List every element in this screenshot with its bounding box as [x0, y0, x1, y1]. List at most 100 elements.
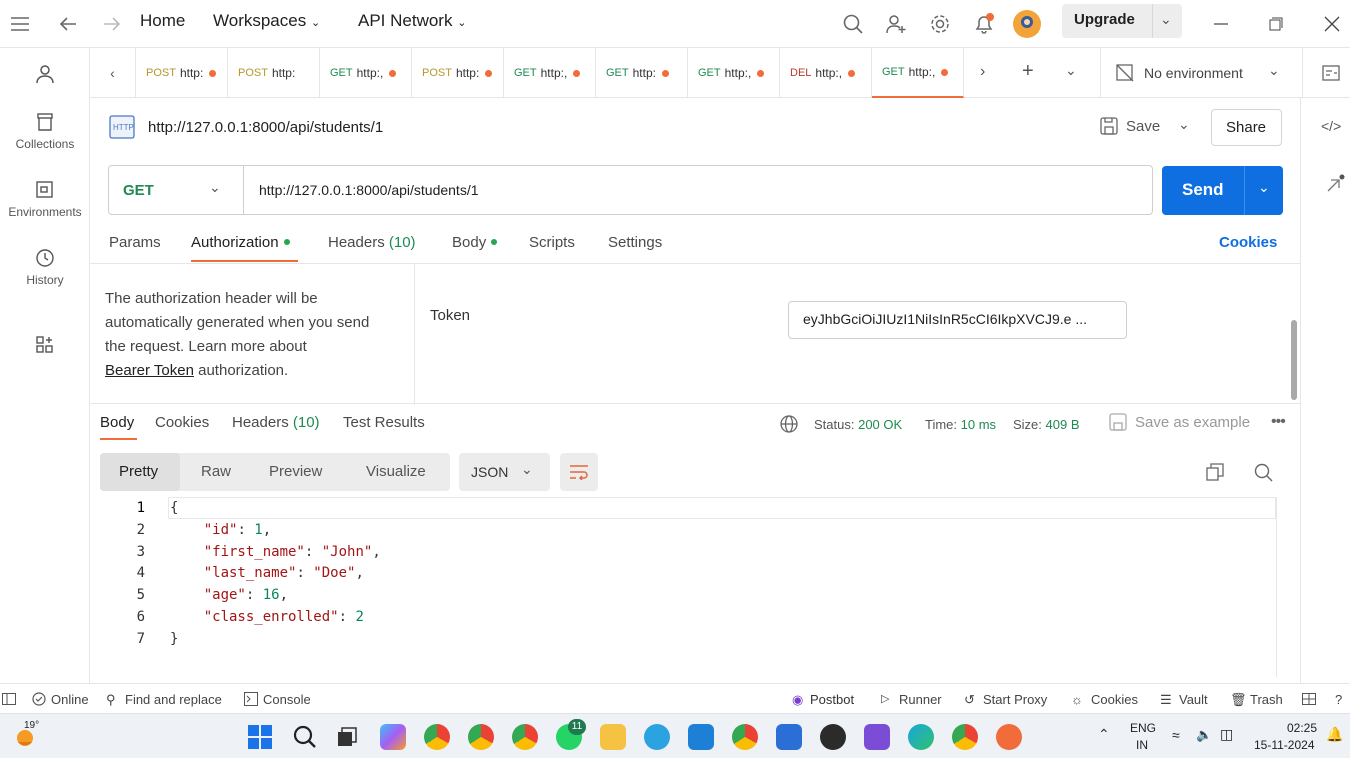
home-link[interactable]: Home [140, 11, 185, 31]
send-options-chevron-icon[interactable]: ⌄ [1258, 179, 1270, 196]
tab-headers[interactable]: Headers (10) [328, 234, 416, 251]
sidebar-item-add-apps[interactable] [0, 335, 90, 360]
toggle-sidebar-icon[interactable] [2, 693, 16, 708]
response-tab-headers[interactable]: Headers (10) [232, 414, 320, 431]
console-button[interactable]: Console [263, 692, 311, 707]
response-size[interactable]: Size: 409 B [1013, 417, 1080, 432]
invite-user-icon[interactable] [880, 8, 912, 40]
workspaces-menu[interactable]: Workspaces ⌄ [213, 11, 320, 31]
request-tab[interactable]: POST http: [136, 48, 228, 98]
region-indicator[interactable]: IN [1136, 738, 1148, 752]
wifi-icon[interactable]: ≈ [1172, 727, 1180, 743]
task-view-icon[interactable] [336, 726, 358, 751]
taskbar-search-icon[interactable] [293, 725, 317, 752]
save-as-example-button[interactable]: Save as example [1109, 413, 1250, 434]
chevron-down-icon[interactable]: ⌄ [1268, 62, 1280, 79]
sidebar-item-history[interactable]: History [0, 248, 90, 287]
menu-icon[interactable] [4, 8, 36, 40]
minimize-icon[interactable] [1205, 8, 1237, 40]
request-tab-active[interactable]: GET http:, [872, 48, 964, 98]
chrome-icon[interactable] [424, 724, 450, 750]
volume-icon[interactable]: 🔈 [1196, 727, 1212, 743]
send-button[interactable]: Send ⌄ [1162, 166, 1283, 215]
start-proxy-button[interactable]: Start Proxy [983, 692, 1047, 707]
save-button[interactable]: Save [1100, 117, 1160, 138]
token-input[interactable]: eyJhbGciOiJIUzI1NiIsInR5cCI6IkpXVCJ9.e .… [788, 301, 1127, 339]
avatar[interactable] [1011, 8, 1043, 40]
chrome-icon[interactable] [512, 724, 538, 750]
back-arrow-icon[interactable] [52, 8, 84, 40]
tab-scripts[interactable]: Scripts [529, 234, 575, 251]
clock-date[interactable]: 15-11-2024 [1254, 738, 1315, 752]
vscode-icon[interactable] [688, 724, 714, 750]
sidebar-item-collections[interactable]: Collections [0, 112, 90, 151]
scroll-tabs-right-icon[interactable]: › [980, 63, 985, 81]
visual-studio-icon[interactable] [864, 724, 890, 750]
clock-time[interactable]: 02:25 [1287, 721, 1317, 735]
two-pane-icon[interactable] [1302, 693, 1316, 708]
request-tab[interactable]: GET http: [596, 48, 688, 98]
response-status[interactable]: Status: 200 OK [814, 417, 902, 432]
windows-start-icon[interactable] [248, 725, 272, 752]
file-explorer-icon[interactable] [600, 724, 626, 750]
wrap-lines-button[interactable] [560, 453, 598, 491]
sidebar-item-profile[interactable] [0, 64, 90, 89]
notepad-icon[interactable] [776, 724, 802, 750]
search-icon[interactable] [1254, 463, 1273, 485]
globe-icon[interactable] [780, 415, 798, 436]
response-tab-body[interactable]: Body [100, 414, 134, 431]
copilot-icon[interactable] [380, 724, 406, 750]
request-tab[interactable]: GET http:, [320, 48, 412, 98]
request-tab[interactable]: POST http: [412, 48, 504, 98]
online-status[interactable]: Online [51, 692, 89, 707]
tab-body[interactable]: Body [452, 234, 498, 251]
notification-bell-icon[interactable] [968, 8, 1000, 40]
scrollbar[interactable] [1291, 320, 1297, 400]
url-input[interactable]: http://127.0.0.1:8000/api/students/1 [259, 182, 479, 198]
response-tab-test-results[interactable]: Test Results [343, 414, 425, 431]
search-icon[interactable] [837, 8, 869, 40]
notification-center-icon[interactable]: 🔔 [1326, 726, 1343, 743]
response-body-editor[interactable]: 1 { 2 "id": 1, 3 "first_name": "John", 4… [100, 497, 1277, 680]
tab-params[interactable]: Params [109, 234, 161, 251]
cookies-link[interactable]: Cookies [1219, 234, 1277, 251]
runner-button[interactable]: Runner [899, 692, 942, 707]
close-icon[interactable] [1316, 8, 1348, 40]
upgrade-button[interactable]: Upgrade ⌄ [1062, 4, 1182, 38]
view-pretty[interactable]: Pretty [100, 453, 180, 491]
new-tab-plus-icon[interactable]: + [1022, 60, 1034, 83]
response-time[interactable]: Time: 10 ms [925, 417, 996, 432]
restore-icon[interactable] [1260, 8, 1292, 40]
language-indicator[interactable]: ENG [1130, 721, 1156, 735]
view-raw[interactable]: Raw [201, 463, 231, 480]
chrome-icon[interactable] [732, 724, 758, 750]
help-icon[interactable]: ? [1335, 692, 1342, 707]
media-player-icon[interactable] [820, 724, 846, 750]
bearer-token-link[interactable]: Bearer Token [105, 362, 194, 379]
battery-icon[interactable]: ◫ [1220, 726, 1233, 743]
request-title[interactable]: http://127.0.0.1:8000/api/students/1 [148, 119, 383, 136]
sidebar-item-environments[interactable]: Environments [0, 180, 90, 219]
tab-authorization[interactable]: Authorization [191, 234, 290, 251]
telegram-icon[interactable] [644, 724, 670, 750]
chrome-icon[interactable] [468, 724, 494, 750]
chevron-down-icon[interactable]: ⌄ [209, 179, 221, 196]
environment-quick-look-icon[interactable] [1322, 64, 1340, 85]
chevron-down-icon[interactable]: ⌄ [1160, 11, 1172, 28]
method-select[interactable]: GET [123, 182, 154, 199]
share-button[interactable]: Share [1211, 109, 1282, 146]
request-tab[interactable]: GET http:, [688, 48, 780, 98]
edge-icon[interactable] [908, 724, 934, 750]
chrome-icon[interactable] [952, 724, 978, 750]
scroll-tabs-left-icon[interactable]: ‹ [90, 48, 136, 98]
postbot-button[interactable]: Postbot [810, 692, 854, 707]
chevron-up-icon[interactable]: ⌃ [1098, 726, 1110, 743]
copy-icon[interactable] [1206, 463, 1224, 484]
code-snippet-icon[interactable]: </> [1321, 118, 1341, 134]
tab-settings[interactable]: Settings [608, 234, 662, 251]
format-select[interactable]: JSON ⌄ [459, 453, 550, 491]
save-options-chevron-icon[interactable]: ⌄ [1178, 116, 1190, 133]
find-replace-button[interactable]: Find and replace [125, 692, 222, 707]
vault-button[interactable]: Vault [1179, 692, 1208, 707]
trash-button[interactable]: Trash [1250, 692, 1283, 707]
